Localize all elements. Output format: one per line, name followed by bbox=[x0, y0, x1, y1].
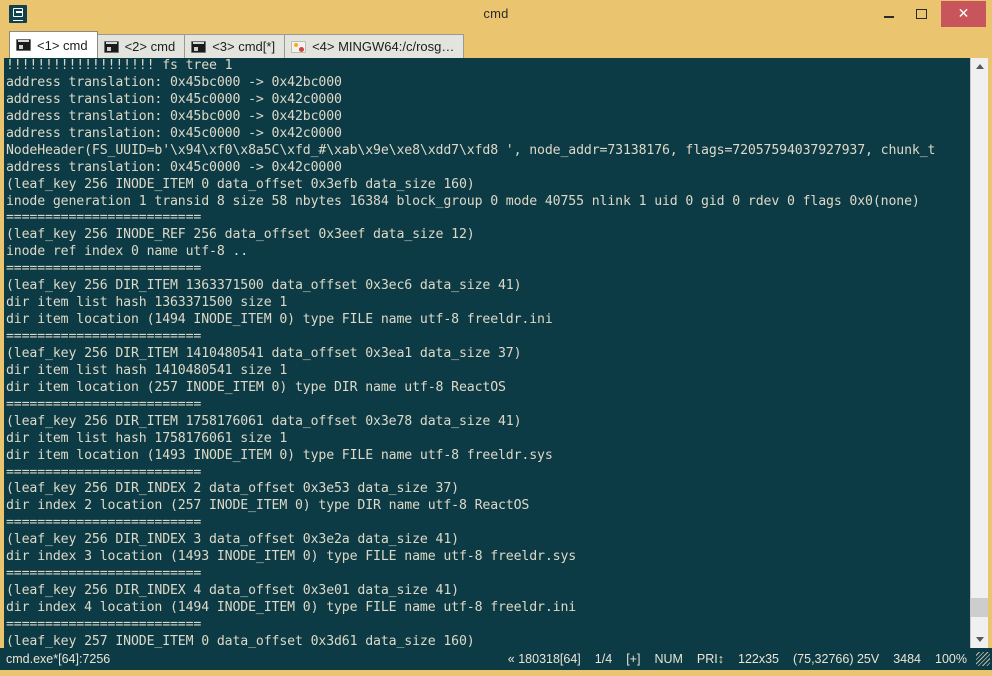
terminal-line: dir item location (1493 INODE_ITEM 0) ty… bbox=[6, 447, 553, 463]
terminal-line: address translation: 0x45c0000 -> 0x42c0… bbox=[6, 159, 342, 175]
scrollbar-thumb[interactable] bbox=[971, 598, 988, 617]
status-cursor: (75,32766) 25V bbox=[793, 652, 880, 666]
resize-grip[interactable] bbox=[976, 652, 990, 666]
git-bash-icon bbox=[291, 40, 307, 53]
tab-4-mingw64[interactable]: <4> MINGW64:/c/rosg… bbox=[284, 34, 465, 58]
terminal-line: ========================= bbox=[6, 566, 202, 582]
console-icon bbox=[191, 40, 207, 53]
terminal-line: ========================= bbox=[6, 515, 202, 531]
terminal-line: ========================= bbox=[6, 329, 202, 344]
terminal-line: (leaf_key 256 INODE_ITEM 0 data_offset 0… bbox=[6, 176, 475, 192]
terminal-area: !!!!!!!!!!!!!!!!!!! fs tree 1 address tra… bbox=[0, 58, 992, 648]
tab-bar: <1> cmd <2> cmd <3> cmd[*] <4> MINGW64:/… bbox=[0, 28, 992, 81]
tab-label: <2> cmd bbox=[124, 39, 176, 54]
status-build: « 180318[64] bbox=[507, 652, 581, 666]
window-controls: ✕ bbox=[872, 0, 986, 28]
status-plus: [+] bbox=[626, 652, 641, 666]
status-num-lock: NUM bbox=[654, 652, 683, 666]
tab-2-cmd[interactable]: <2> cmd bbox=[96, 34, 186, 58]
tab-3-cmd[interactable]: <3> cmd[*] bbox=[184, 34, 286, 58]
terminal-line: ========================= bbox=[6, 464, 202, 480]
title-bar: cmd ✕ bbox=[0, 0, 992, 28]
close-icon: ✕ bbox=[957, 6, 970, 22]
terminal-line: ========================= bbox=[6, 616, 202, 632]
terminal-line: dir item list hash 1410480541 size 1 bbox=[6, 362, 288, 378]
chevron-up-icon bbox=[975, 64, 984, 69]
status-process: cmd.exe*[64]:7256 bbox=[6, 652, 111, 666]
terminal-line: address translation: 0x45c0000 -> 0x42c0… bbox=[6, 91, 342, 107]
status-right-group: « 180318[64] 1/4 [+] NUM PRI↕ 122x35 (75… bbox=[501, 652, 992, 666]
terminal-line: dir item location (257 INODE_ITEM 0) typ… bbox=[6, 379, 506, 395]
terminal-line: (leaf_key 256 DIR_INDEX 2 data_offset 0x… bbox=[6, 481, 459, 497]
tab-1-cmd[interactable]: <1> cmd bbox=[9, 31, 98, 58]
terminal-line: dir item list hash 1363371500 size 1 bbox=[6, 295, 288, 311]
terminal-line: inode ref index 0 name utf-8 .. bbox=[6, 244, 249, 260]
terminal-line: dir index 2 location (257 INODE_ITEM 0) … bbox=[6, 498, 530, 514]
chevron-down-icon bbox=[975, 637, 984, 642]
status-size: 122x35 bbox=[738, 652, 780, 666]
minimize-button[interactable] bbox=[872, 2, 905, 26]
close-button[interactable]: ✕ bbox=[941, 1, 986, 27]
scroll-down-button[interactable] bbox=[971, 631, 988, 648]
terminal-line: ========================= bbox=[6, 210, 202, 226]
terminal-line: (leaf_key 257 INODE_ITEM 0 data_offset 0… bbox=[6, 633, 475, 648]
tab-strip: <1> cmd <2> cmd <3> cmd[*] <4> MINGW64:/… bbox=[9, 28, 465, 58]
console-icon bbox=[103, 40, 119, 53]
tab-label: <3> cmd[*] bbox=[212, 39, 276, 54]
status-priority: PRI↕ bbox=[696, 652, 724, 666]
terminal-line: inode generation 1 transid 8 size 58 nby… bbox=[6, 193, 920, 209]
terminal-line: NodeHeader(FS_UUID=b'\x94\xf0\x8a5C\xfd_… bbox=[6, 142, 936, 158]
tab-label: <4> MINGW64:/c/rosg… bbox=[312, 39, 455, 54]
terminal-line: dir item location (1494 INODE_ITEM 0) ty… bbox=[6, 312, 553, 328]
terminal-line: dir index 3 location (1493 INODE_ITEM 0)… bbox=[6, 549, 577, 565]
terminal-line: !!!!!!!!!!!!!!!!!!! fs tree 1 bbox=[6, 58, 233, 73]
terminal-line: dir index 4 location (1494 INODE_ITEM 0)… bbox=[6, 600, 577, 615]
terminal-line: ========================= bbox=[6, 261, 202, 277]
terminal-line: (leaf_key 256 INODE_REF 256 data_offset … bbox=[6, 227, 475, 243]
console-icon bbox=[9, 5, 27, 23]
scroll-up-button[interactable] bbox=[971, 58, 988, 75]
status-tab-position: 1/4 bbox=[594, 652, 613, 666]
console-icon bbox=[16, 39, 31, 51]
terminal-line: ========================= bbox=[6, 396, 202, 412]
terminal-line: (leaf_key 256 DIR_ITEM 1758176061 data_o… bbox=[6, 413, 522, 429]
maximize-icon bbox=[916, 9, 927, 19]
status-bar: cmd.exe*[64]:7256 « 180318[64] 1/4 [+] N… bbox=[0, 648, 992, 670]
status-zoom: 100% bbox=[935, 652, 967, 666]
terminal-line: address translation: 0x45c0000 -> 0x42c0… bbox=[6, 125, 342, 141]
terminal-right-margin bbox=[988, 58, 992, 648]
terminal-line: dir item list hash 1758176061 size 1 bbox=[6, 430, 288, 446]
terminal-line: (leaf_key 256 DIR_ITEM 1363371500 data_o… bbox=[6, 278, 522, 294]
terminal-line: (leaf_key 256 DIR_INDEX 4 data_offset 0x… bbox=[6, 583, 459, 599]
maximize-button[interactable] bbox=[905, 2, 938, 26]
window-title: cmd bbox=[483, 6, 509, 21]
terminal-output[interactable]: !!!!!!!!!!!!!!!!!!! fs tree 1 address tra… bbox=[4, 58, 970, 648]
status-buffer-lines: 3484 bbox=[893, 652, 922, 666]
terminal-line: (leaf_key 256 DIR_INDEX 3 data_offset 0x… bbox=[6, 532, 459, 548]
tab-label: <1> cmd bbox=[37, 37, 88, 53]
terminal-scrollbar[interactable] bbox=[970, 58, 988, 648]
minimize-icon bbox=[883, 16, 894, 18]
terminal-line: address translation: 0x45bc000 -> 0x42bc… bbox=[6, 74, 342, 90]
console-window: cmd ✕ <1> cmd <2> cmd <3> cmd[*] <4> MIN… bbox=[0, 0, 992, 676]
terminal-line: address translation: 0x45bc000 -> 0x42bc… bbox=[6, 108, 342, 124]
window-bottom-border bbox=[0, 670, 992, 676]
terminal-line: (leaf_key 256 DIR_ITEM 1410480541 data_o… bbox=[6, 345, 522, 361]
